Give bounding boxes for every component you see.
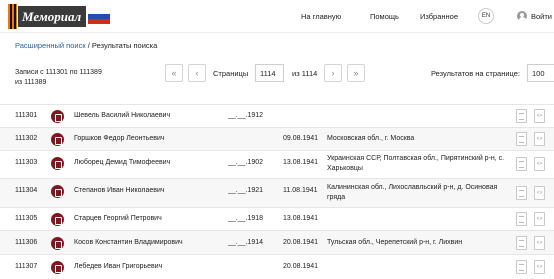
event-date: 20.08.1941	[283, 239, 319, 246]
event-date: 13.08.1941	[283, 215, 319, 222]
records-range-text: Записи с 111301 по 111389	[15, 69, 102, 76]
nav-favorites-link[interactable]: Избранное	[420, 12, 458, 21]
code-icon[interactable]: <>	[534, 157, 545, 171]
nav-help-link[interactable]: Помощь	[370, 12, 399, 21]
record-id: 111303	[15, 159, 38, 166]
last-page-button[interactable]: »	[347, 64, 365, 82]
user-icon[interactable]	[517, 11, 527, 21]
record-id: 111302	[15, 135, 38, 142]
record-id: 111306	[15, 239, 38, 246]
pages-total-text: из 1114	[292, 69, 318, 78]
memorial-logo[interactable]: Мемориал	[8, 4, 112, 29]
pages-label: Страницы	[213, 69, 249, 78]
code-icon[interactable]: <>	[534, 260, 545, 274]
document-icon[interactable]	[51, 133, 64, 146]
code-icon[interactable]: <>	[534, 212, 545, 226]
document-icon[interactable]	[51, 213, 64, 226]
event-date: 09.08.1941	[283, 135, 319, 142]
record-id: 111307	[15, 263, 38, 270]
person-name-link[interactable]: Люборец Демид Тимофеевич	[74, 158, 170, 168]
card-icon[interactable]	[516, 132, 527, 146]
record-id: 111305	[15, 215, 38, 222]
card-icon[interactable]	[516, 186, 527, 200]
code-icon[interactable]: <>	[534, 236, 545, 250]
card-icon[interactable]	[516, 109, 527, 123]
person-name-link[interactable]: Лебедев Иван Григорьевич	[74, 262, 162, 272]
code-icon[interactable]: <>	[534, 186, 545, 200]
table-row[interactable]: 111302 Горшков Федор Леонтьевич 09.08.19…	[0, 127, 554, 150]
language-switch-button[interactable]: EN	[478, 8, 494, 24]
person-name-link[interactable]: Старцев Георгий Петрович	[74, 214, 162, 224]
nav-home-link[interactable]: На главную	[301, 12, 341, 21]
logo-text: Мемориал	[21, 9, 81, 24]
page-number-input[interactable]	[255, 64, 284, 82]
document-icon[interactable]	[51, 110, 64, 123]
place: Калининская обл., Лихославльский р-н, д.…	[327, 184, 498, 201]
place: Украинская ССР, Полтавская обл., Пирятин…	[327, 155, 505, 172]
document-icon[interactable]	[51, 261, 64, 274]
document-icon[interactable]	[51, 185, 64, 198]
prev-page-button[interactable]: ‹	[188, 64, 206, 82]
table-row[interactable]: 111303 Люборец Демид Тимофеевич __.__.19…	[0, 150, 554, 178]
per-page-select[interactable]	[527, 64, 554, 82]
document-icon[interactable]	[51, 157, 64, 170]
birth-date: __.__.1918	[228, 215, 264, 222]
top-header: Мемориал На главную Помощь Избранное EN …	[0, 0, 554, 33]
table-row[interactable]: 111301 Шевель Василий Николаевич __.__.1…	[0, 104, 554, 127]
table-row[interactable]: 111307 Лебедев Иван Григорьевич 20.08.19…	[0, 254, 554, 279]
person-name-link[interactable]: Степанов Иван Николаевич	[74, 186, 165, 196]
breadcrumb: Расширенный поиск / Результаты поиска	[15, 41, 157, 50]
place: Московская обл., г. Москва	[327, 135, 415, 142]
card-icon[interactable]	[516, 236, 527, 250]
records-info: Записи с 111301 по 111389 из 111389	[15, 68, 102, 87]
person-name-link[interactable]: Косов Константин Владимирович	[74, 238, 183, 248]
login-link[interactable]: Войти	[531, 12, 552, 21]
table-row[interactable]: 111304 Степанов Иван Николаевич __.__.19…	[0, 178, 554, 207]
card-icon[interactable]	[516, 260, 527, 274]
breadcrumb-separator: /	[87, 41, 90, 50]
first-page-button[interactable]: «	[165, 64, 183, 82]
event-date: 20.08.1941	[283, 263, 319, 270]
document-icon[interactable]	[51, 237, 64, 250]
birth-date: __.__.1902	[228, 159, 264, 166]
birth-date: __.__.1914	[228, 239, 264, 246]
records-total-text: из 111389	[15, 78, 47, 86]
next-page-button[interactable]: ›	[324, 64, 342, 82]
breadcrumb-advanced-search-link[interactable]: Расширенный поиск	[15, 41, 86, 50]
person-name-link[interactable]: Шевель Василий Николаевич	[74, 111, 170, 121]
event-date: 11.08.1941	[283, 187, 318, 194]
person-name-link[interactable]: Горшков Федор Леонтьевич	[74, 134, 165, 144]
card-icon[interactable]	[516, 157, 527, 171]
place: Тульская обл., Черепетский р-н, г. Лихви…	[327, 239, 463, 246]
per-page-label: Результатов на странице:	[431, 69, 520, 78]
code-icon[interactable]: <>	[534, 109, 545, 123]
card-icon[interactable]	[516, 212, 527, 226]
birth-date: __.__.1921	[228, 187, 264, 194]
event-date: 13.08.1941	[283, 159, 319, 166]
code-icon[interactable]: <>	[534, 132, 545, 146]
record-id: 111304	[15, 187, 38, 194]
table-row[interactable]: 111305 Старцев Георгий Петрович __.__.19…	[0, 207, 554, 230]
birth-date: __.__.1912	[228, 112, 264, 119]
breadcrumb-current: Результаты поиска	[91, 41, 158, 50]
record-id: 111301	[15, 112, 38, 119]
table-row[interactable]: 111306 Косов Константин Владимирович __.…	[0, 230, 554, 254]
